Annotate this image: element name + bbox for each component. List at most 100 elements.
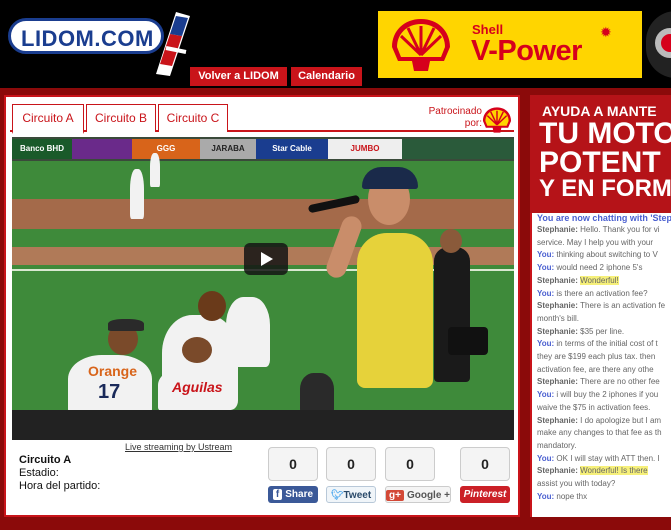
google-plus-button[interactable]: g+ Google + [385, 486, 451, 503]
game-title: Circuito A [19, 454, 72, 466]
chat-line: Stephanie: Wonderful! [537, 275, 619, 285]
chat-line: they are $199 each plus tax. then [537, 352, 655, 361]
chat-line: Stephanie: There is an activation fe [537, 301, 665, 310]
fielder [150, 153, 160, 187]
player-head [198, 291, 226, 321]
play-button[interactable] [244, 243, 288, 275]
chat-line: You: nope thx [537, 492, 587, 501]
spectator [300, 373, 334, 410]
chat-transcript: You are now chatting with 'Steph Stephan… [530, 213, 671, 517]
chat-message-text: OK I will stay with ATT then. I [556, 453, 660, 463]
pinterest-count: 0 [460, 447, 510, 481]
tab-circuito-a[interactable]: Circuito A [12, 104, 84, 134]
chat-message-text: I do apologize but I am [580, 415, 662, 425]
chat-line: Stephanie: Hello. Thank you for vi [537, 225, 660, 234]
singer-cap [362, 167, 418, 189]
shell-banner-ad[interactable]: Shell V-Power ✹ [378, 11, 642, 78]
chat-message-text: i will buy the 2 iphones if you [556, 390, 659, 400]
chat-speaker: Stephanie: [537, 466, 581, 476]
video-controls-bar[interactable] [12, 410, 514, 440]
chat-line: You: i will buy the 2 iphones if you [537, 390, 658, 399]
shell-sponsor-icon [482, 107, 512, 133]
chat-line: Stephanie: Wonderful! Is there [537, 466, 648, 476]
ring-graphic [655, 28, 671, 58]
chat-message-text: is there an activation fee? [556, 288, 648, 298]
jersey-aguilas: Aguilas [172, 379, 223, 395]
chat-header: You are now chatting with 'Steph [537, 213, 671, 223]
banner: Banco BHD [12, 139, 72, 159]
shell-logo-icon [392, 19, 450, 71]
pinterest-button[interactable]: Pinterest [460, 486, 510, 503]
chat-message-text: There are no other fee [580, 377, 660, 387]
chat-message-text: Hello. Thank you for vi [580, 225, 660, 234]
google-plus-icon: g+ [386, 490, 404, 501]
side-banner-ad[interactable]: AYUDA A MANTE TU MOTO POTENT Y EN FORM [530, 95, 671, 213]
ad-line-4: Y EN FORM [539, 175, 671, 202]
chat-speaker: You: [537, 390, 557, 400]
stream-panel: Circuito A Circuito B Circuito C Patroci… [4, 95, 520, 517]
player-cap [108, 319, 144, 331]
star-icon: ✹ [600, 24, 612, 40]
facebook-label: Share [285, 489, 314, 500]
banner: JARABA [200, 139, 256, 159]
estadio-label: Estadio: [19, 467, 59, 479]
chat-speaker: You: [537, 250, 557, 260]
chat-line: Stephanie: $35 per line. [537, 327, 624, 336]
google-count: 0 [385, 447, 435, 481]
chat-message-text: mandatory. [537, 440, 577, 450]
chat-speaker: You: [537, 453, 557, 463]
nav-calendario-button[interactable]: Calendario [291, 67, 362, 86]
logo-pill: LIDOM.COM [8, 18, 164, 54]
chat-line: mandatory. [537, 441, 576, 450]
chat-message-text: assist you with today? [537, 479, 616, 488]
chat-message-text: $35 per line. [580, 326, 625, 336]
facebook-share-button[interactable]: f Share [268, 486, 318, 503]
chat-line: service. May I help you with your [537, 238, 653, 247]
chat-line: assist you with today? [537, 479, 615, 488]
google-label: Google + [406, 490, 451, 501]
video-player[interactable]: Banco BHD GGG JARABA Star Cable JUMBO Or… [12, 137, 514, 410]
chat-speaker: Stephanie: [537, 225, 581, 234]
chat-line: waive the $75 in activation fees. [537, 403, 650, 412]
nav-volver-button[interactable]: Volver a LIDOM [190, 67, 287, 86]
chat-line: month's bill. [537, 314, 579, 323]
tab-circuito-b[interactable]: Circuito B [86, 104, 156, 132]
tv-camera [448, 327, 488, 355]
page-footer-bar [0, 520, 671, 530]
player-aguilas-3 [226, 297, 270, 367]
chat-speaker: Stephanie: [537, 275, 581, 285]
chat-message-text: Wonderful! Is there [580, 466, 648, 476]
chat-message-text: There is an activation fe [580, 301, 666, 311]
twitter-count: 0 [326, 447, 376, 481]
chat-speaker: You: [537, 339, 557, 349]
tab-circuito-c[interactable]: Circuito C [158, 104, 228, 132]
lidom-logo[interactable]: LIDOM.COM [8, 8, 190, 78]
stadium-banners: Banco BHD GGG JARABA Star Cable JUMBO [12, 139, 514, 159]
tweet-button[interactable]: 🐦︎Tweet [326, 486, 376, 503]
chat-line: activation fee, are there any othe [537, 365, 654, 374]
ustream-link[interactable]: Live streaming by Ustream [125, 442, 232, 452]
sponsor-label: Patrocinado por: [428, 106, 482, 129]
facebook-count: 0 [268, 447, 318, 481]
chat-message-text: service. May I help you with your [537, 237, 654, 247]
chat-speaker: Stephanie: [537, 377, 581, 387]
vpower-text: V-Power [471, 35, 582, 67]
chat-line: You: would need 2 iphone 5's [537, 263, 642, 272]
banner: GGG [132, 139, 200, 159]
tweet-label: Tweet [343, 490, 372, 501]
chat-line: Stephanie: I do apologize but I am [537, 416, 661, 425]
jersey-number: 17 [98, 381, 121, 403]
player-head [182, 337, 212, 363]
chat-line: You: thinking about switching to V [537, 250, 658, 259]
chat-speaker: Stephanie: [537, 301, 581, 311]
chat-message-text: thinking about switching to V [556, 250, 658, 260]
chat-line: You: is there an activation fee? [537, 289, 648, 298]
chat-line: make any changes to that fee as th [537, 428, 662, 437]
logo-text: LIDOM.COM [21, 26, 154, 51]
infield-dirt [12, 199, 514, 229]
chat-speaker: You: [537, 263, 557, 273]
chat-message-text: nope thx [556, 491, 588, 501]
banner [72, 139, 132, 159]
chat-speaker: Stephanie: [537, 326, 581, 336]
chat-message-text: they are $199 each plus tax. then [537, 352, 656, 361]
